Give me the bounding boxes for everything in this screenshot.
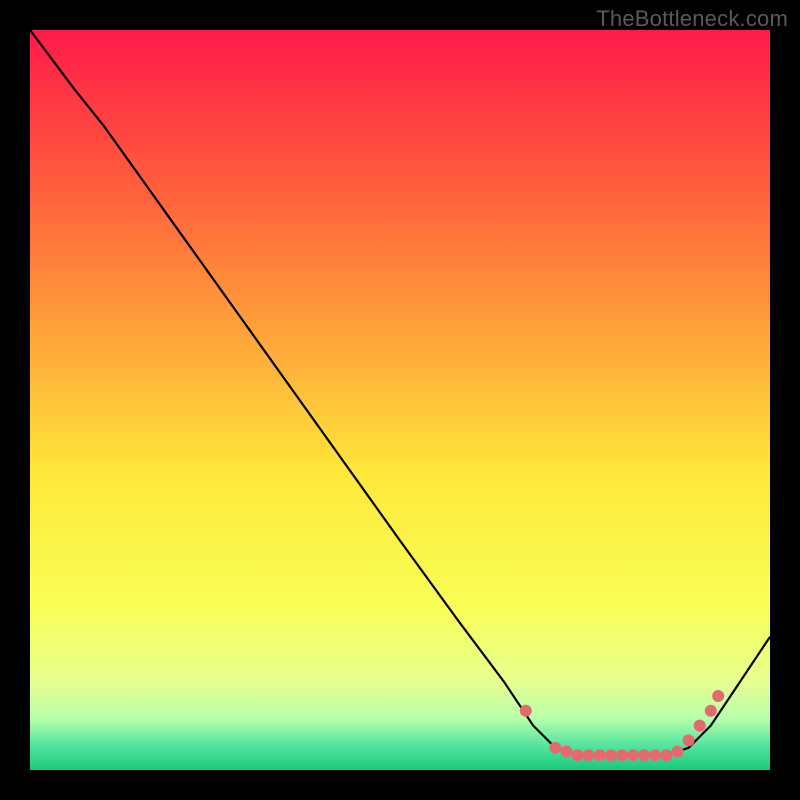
marker-dot [694, 720, 706, 732]
marker-dot [627, 749, 639, 761]
marker-dot [638, 749, 650, 761]
marker-dot [705, 705, 717, 717]
marker-dot [712, 690, 724, 702]
chart-svg [30, 30, 770, 770]
marker-dot [683, 734, 695, 746]
marker-dot [649, 749, 661, 761]
marker-dot [561, 746, 573, 758]
marker-dot [594, 749, 606, 761]
marker-dot [605, 749, 617, 761]
marker-dot [616, 749, 628, 761]
marker-dot [549, 742, 561, 754]
gradient-background [30, 30, 770, 770]
marker-dot [520, 705, 532, 717]
marker-dot [572, 749, 584, 761]
marker-dot [672, 746, 684, 758]
marker-dot [583, 749, 595, 761]
marker-dot [660, 749, 672, 761]
plot-area [30, 30, 770, 770]
chart-frame: TheBottleneck.com [0, 0, 800, 800]
watermark-text: TheBottleneck.com [596, 6, 788, 32]
